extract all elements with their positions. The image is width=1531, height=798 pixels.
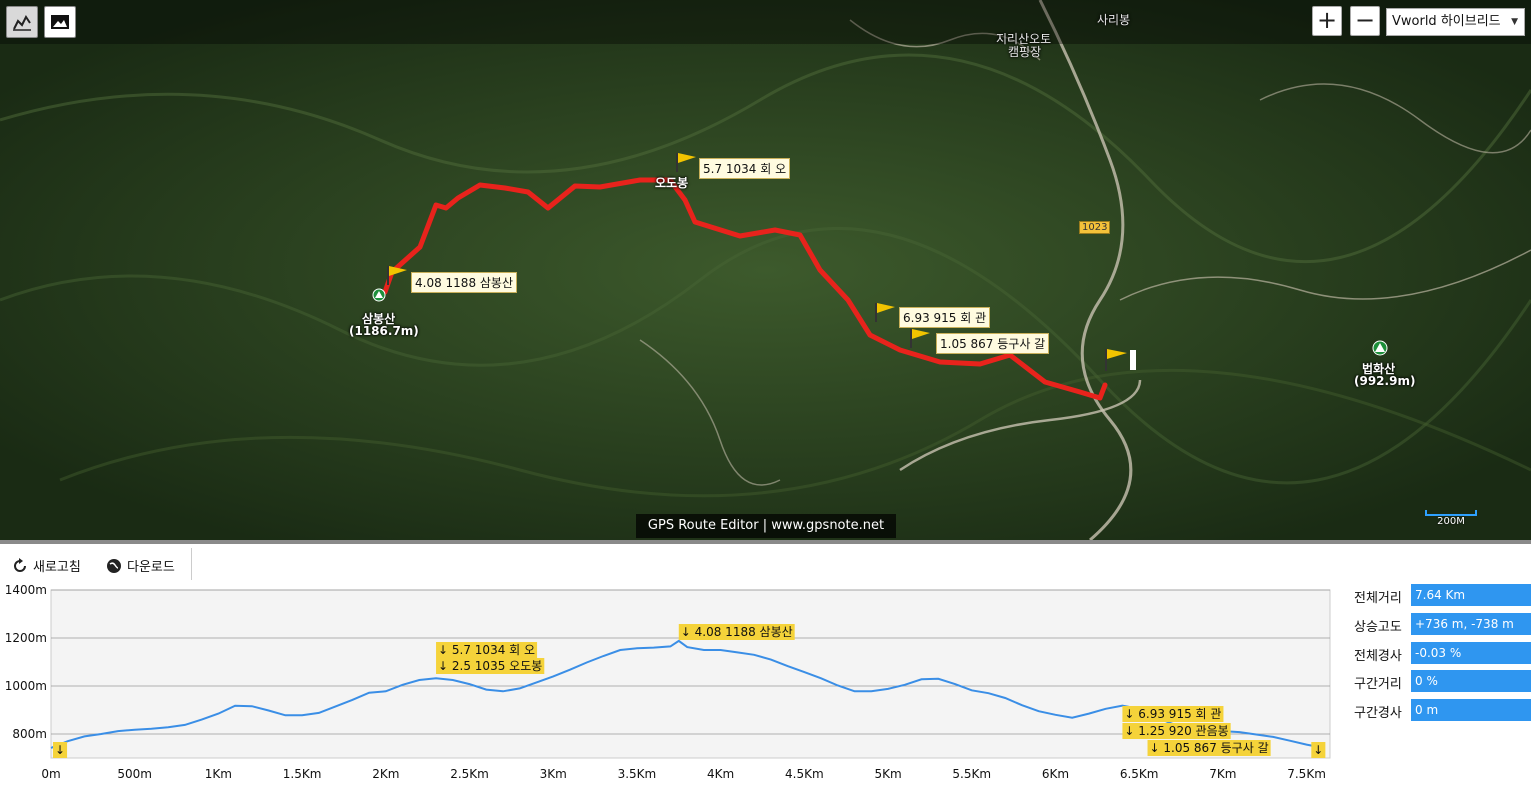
flag-label[interactable]: 4.08 1188 삼봉산: [411, 272, 518, 293]
place-saribong: 사리봉: [1097, 13, 1131, 27]
x-tick-label: 2Km: [372, 767, 399, 781]
stat-value: 0 %: [1411, 670, 1531, 693]
annotation-text: ↓ 1.25 920 관음봉: [1124, 724, 1228, 738]
flag-icon[interactable]: [385, 264, 409, 286]
y-tick-label: 1400m: [5, 583, 47, 597]
stat-label: 전체경사: [1354, 648, 1402, 664]
annotation-text: ↓ 2.5 1035 오도봉: [438, 659, 542, 673]
x-tick-label: 5.5Km: [952, 767, 991, 781]
x-tick-label: 7Km: [1209, 767, 1236, 781]
x-tick-label: 6Km: [1042, 767, 1069, 781]
stat-label: 상승고도: [1354, 619, 1402, 635]
y-tick-label: 1200m: [5, 631, 47, 645]
place-camping2: 캠핑장: [1008, 45, 1042, 59]
x-tick-label: 7.5Km: [1287, 767, 1326, 781]
x-tick-label: 3Km: [540, 767, 567, 781]
flag-icon[interactable]: [908, 327, 932, 349]
refresh-icon: [14, 557, 26, 572]
flag-label[interactable]: 6.93 915 회 관: [899, 307, 991, 328]
mountain-icon: [372, 288, 386, 302]
flag-label[interactable]: 1.05 867 등구사 갈: [936, 333, 1050, 354]
chart-annotation: ↓ 4.08 1188 삼봉산: [678, 624, 795, 640]
flag-icon[interactable]: [674, 151, 698, 173]
download-button[interactable]: 다운로드: [106, 556, 175, 575]
zoom-out-button[interactable]: −: [1350, 6, 1380, 36]
x-tick-label: 6.5Km: [1120, 767, 1159, 781]
x-tick-label: 5Km: [874, 767, 901, 781]
line-chart-icon[interactable]: [6, 6, 38, 38]
chart-annotation: ↓ 5.7 1034 회 오: [436, 642, 538, 658]
x-tick-label: 1.5Km: [283, 767, 322, 781]
stat-row: 전체거리 7.64 Km: [1348, 584, 1531, 606]
elevation-panel: 새로고침 다운로드 800m 1000m 1200m 1400m 0m 500m 1Km 1.…: [0, 540, 1531, 794]
stats-panel: 전체거리 7.64 Km 상승고도 +736 m, -738 m 전체경사 -0…: [1348, 584, 1531, 728]
place-sambongsan-height: (1186.7m): [349, 324, 419, 338]
x-tick-label: 500m: [117, 767, 152, 781]
chart-annotation: ↓ 1.05 867 등구사 갈: [1147, 740, 1271, 756]
place-beophwasan-height: (992.9m): [1354, 374, 1416, 388]
chevron-down-icon: ▼: [1511, 17, 1518, 27]
map-view[interactable]: + − Vworld 하이브리드 ▼ 사리봉 지리산오토 캠핑장 삼봉산 (11…: [0, 0, 1531, 540]
stat-value: 0 m: [1411, 699, 1531, 722]
chart-annotation: ↓ 1.25 920 관음봉: [1122, 723, 1231, 739]
chart-annotation: ↓: [53, 742, 68, 758]
scale-label: 200M: [1437, 516, 1465, 527]
x-tick-label: 4.5Km: [785, 767, 824, 781]
annotation-text: ↓ 5.7 1034 회 오: [438, 643, 535, 657]
globe-icon: [107, 558, 121, 573]
stat-value: -0.03 %: [1411, 641, 1531, 664]
stat-label: 구간경사: [1354, 706, 1402, 722]
annotation-text: ↓ 6.93 915 회 관: [1124, 707, 1221, 721]
chart-annotation: ↓ 6.93 915 회 관: [1122, 706, 1224, 722]
annotation-text: ↓ 1.05 867 등구사 갈: [1150, 741, 1269, 755]
stat-row: 전체경사 -0.03 %: [1348, 641, 1531, 664]
mountain-icon: [1372, 340, 1388, 356]
stat-row: 구간경사 0 m: [1348, 699, 1531, 722]
elevation-chart[interactable]: 800m 1000m 1200m 1400m 0m 500m 1Km 1.5Km 2Km 2.5K…: [0, 578, 1340, 798]
annotation-text: ↓ 4.08 1188 삼봉산: [681, 625, 793, 639]
satellite-terrain: [0, 0, 1531, 540]
stat-label: 전체거리: [1354, 591, 1402, 606]
stat-row: 상승고도 +736 m, -738 m: [1348, 612, 1531, 635]
place-odobong: 오도봉: [655, 176, 689, 190]
stat-row: 구간거리 0 %: [1348, 670, 1531, 693]
map-topbar: [0, 0, 1531, 44]
stat-label: 구간거리: [1354, 677, 1402, 693]
y-tick-label: 800m: [12, 727, 47, 741]
refresh-label: 새로고침: [33, 560, 81, 575]
y-tick-label: 1000m: [5, 679, 47, 693]
map-layer-select[interactable]: Vworld 하이브리드 ▼: [1386, 8, 1525, 36]
annotation-text: ↓: [1313, 743, 1323, 757]
annotation-text: ↓: [55, 743, 65, 757]
flag-label[interactable]: 5.7 1034 회 오: [699, 158, 791, 179]
stat-value: +736 m, -738 m: [1411, 612, 1531, 635]
download-label: 다운로드: [127, 560, 175, 575]
chart-annotation: ↓: [1311, 742, 1326, 758]
flag-icon[interactable]: [873, 301, 897, 323]
road-number: 1023: [1079, 221, 1111, 234]
x-tick-label: 3.5Km: [618, 767, 657, 781]
x-tick-label: 0m: [41, 767, 60, 781]
x-tick-label: 4Km: [707, 767, 734, 781]
zoom-in-button[interactable]: +: [1312, 6, 1342, 36]
flag-icon[interactable]: [1103, 347, 1139, 373]
image-icon[interactable]: [44, 6, 76, 38]
chart-annotation: ↓ 2.5 1035 오도봉: [436, 658, 545, 674]
x-tick-label: 1Km: [205, 767, 232, 781]
scale-bar: 200M: [1425, 510, 1477, 527]
x-tick-label: 2.5Km: [450, 767, 489, 781]
map-layer-value: Vworld 하이브리드: [1392, 14, 1501, 29]
watermark: GPS Route Editor | www.gpsnote.net: [636, 514, 896, 538]
refresh-button[interactable]: 새로고침: [12, 556, 81, 575]
chart-toolbar: 새로고침 다운로드: [0, 548, 192, 580]
stat-value: 7.64 Km: [1411, 584, 1531, 606]
